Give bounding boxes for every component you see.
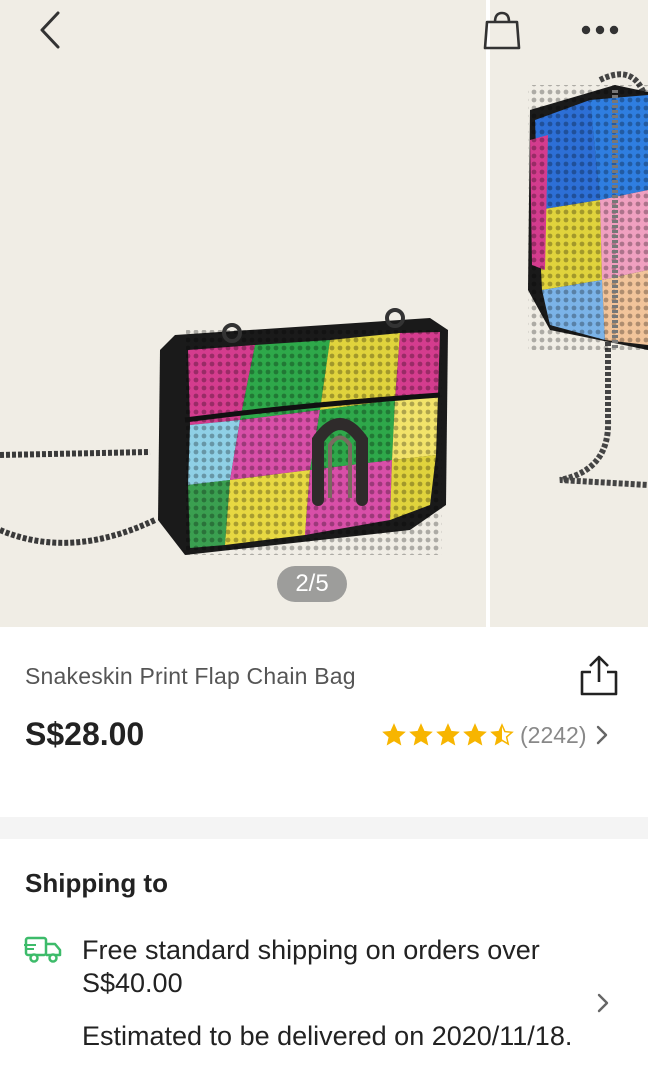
back-button[interactable] xyxy=(28,8,72,52)
free-shipping-text: Free standard shipping on orders over S$… xyxy=(82,935,540,998)
back-icon xyxy=(40,11,60,49)
section-divider xyxy=(0,817,648,839)
rating-reviews-link[interactable]: (2242) xyxy=(382,718,608,752)
share-icon xyxy=(580,655,618,696)
product-price: S$28.00 xyxy=(25,716,145,752)
star-icon xyxy=(436,723,460,746)
shipping-chevron-right-icon[interactable] xyxy=(596,992,610,1014)
image-counter: 2/5 xyxy=(277,566,347,602)
shipping-heading: Shipping to xyxy=(25,868,168,898)
more-icon xyxy=(581,25,619,35)
share-button[interactable] xyxy=(578,654,620,698)
product-image-main[interactable] xyxy=(0,0,486,627)
truck-icon xyxy=(24,936,62,963)
star-icon xyxy=(382,723,406,746)
product-image-gallery[interactable]: 2/5 xyxy=(0,0,648,627)
delivery-estimate-text: Estimated to be delivered on 2020/11/18. xyxy=(82,1021,573,1051)
star-icon xyxy=(490,723,514,746)
product-title: Snakeskin Print Flap Chain Bag xyxy=(25,663,356,689)
rating-stars xyxy=(382,723,514,747)
review-count: (2242) xyxy=(520,721,587,748)
snakeskin-bag-image-next xyxy=(528,71,648,488)
shopping-bag-button[interactable] xyxy=(480,8,524,52)
product-image-next[interactable] xyxy=(490,0,648,627)
chevron-right-icon xyxy=(597,725,608,745)
more-options-button[interactable] xyxy=(578,8,622,52)
bag-icon xyxy=(483,11,521,50)
star-icon xyxy=(409,723,433,746)
snakeskin-bag-image xyxy=(0,308,448,555)
star-icon xyxy=(463,723,487,746)
